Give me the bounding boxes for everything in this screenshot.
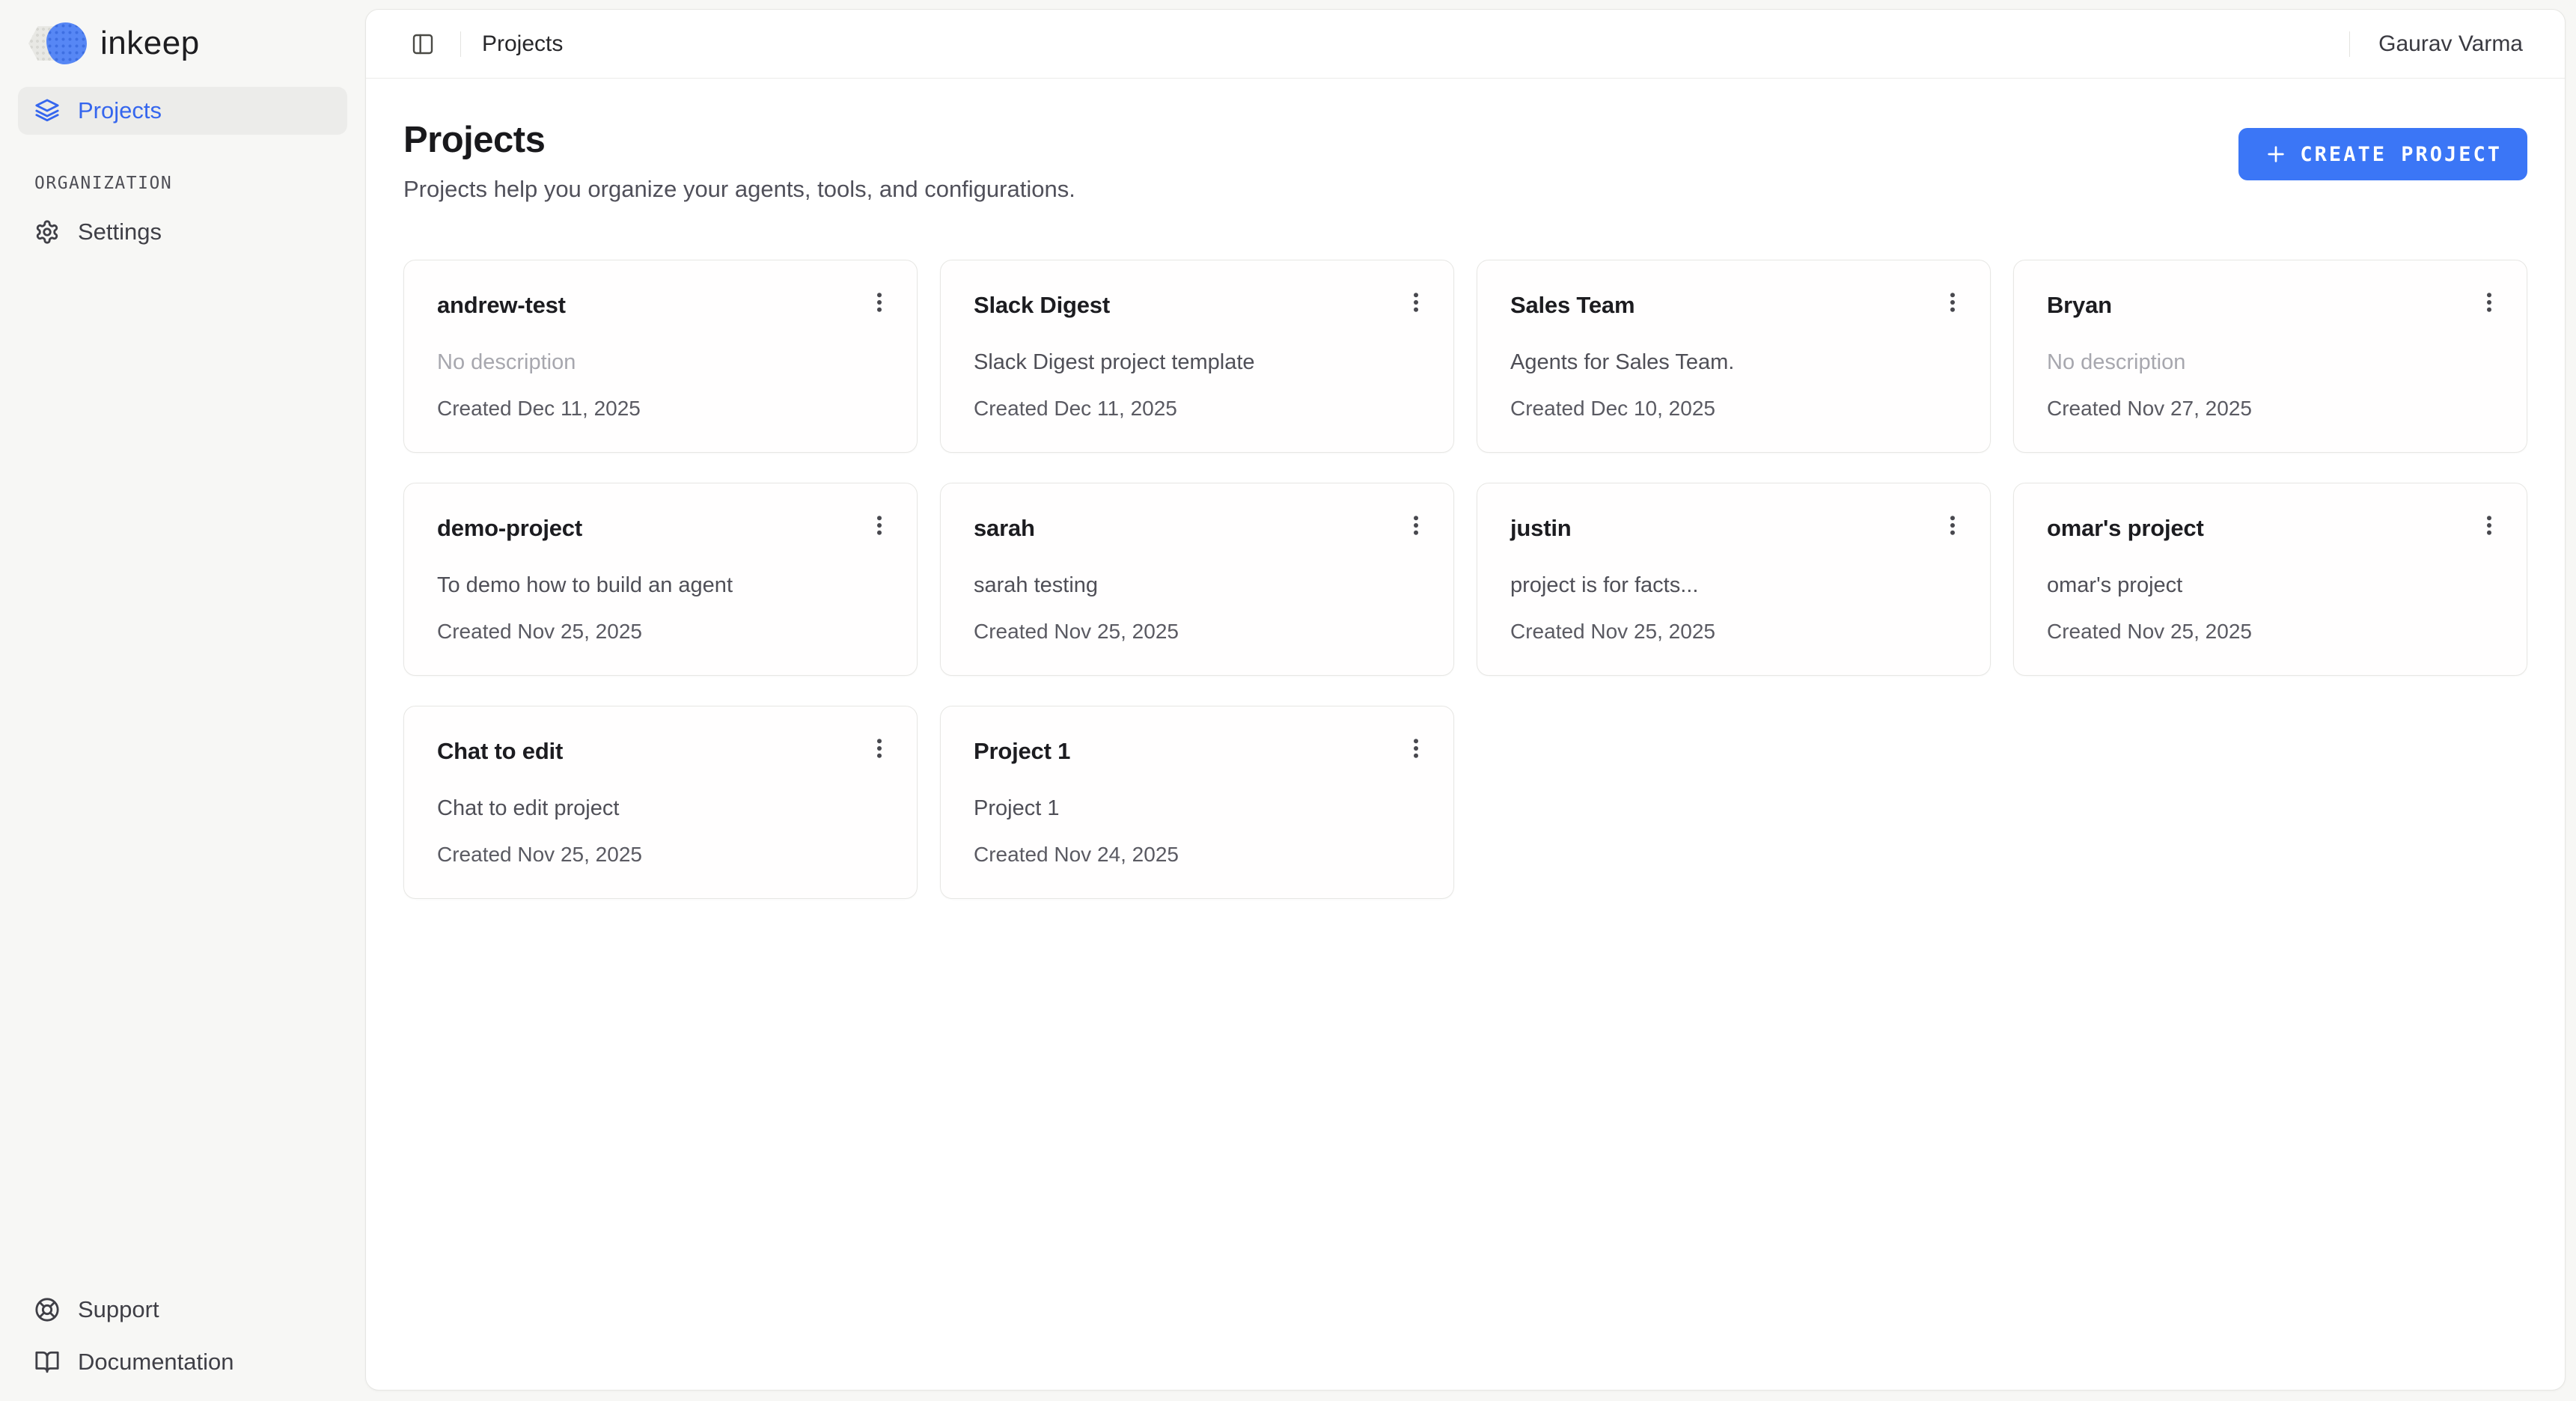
project-card[interactable]: sarah sarah testing Created Nov 25, 2025: [940, 483, 1454, 676]
page-subtitle: Projects help you organize your agents, …: [403, 176, 1075, 203]
project-card-menu-button[interactable]: [863, 732, 896, 765]
kebab-icon: [1403, 512, 1429, 539]
sidebar-item-settings[interactable]: Settings: [18, 208, 347, 256]
project-card[interactable]: omar's project omar's project Created No…: [2013, 483, 2527, 676]
inkeep-logo-mark: [28, 22, 87, 64]
project-card-menu-button[interactable]: [1400, 286, 1432, 319]
sidebar-item-documentation[interactable]: Documentation: [18, 1338, 347, 1386]
plus-icon: [2264, 142, 2288, 166]
kebab-icon: [1403, 289, 1429, 316]
create-project-button[interactable]: CREATE PROJECT: [2238, 128, 2527, 180]
header-divider: [2349, 31, 2350, 57]
sidebar-item-support[interactable]: Support: [18, 1286, 347, 1334]
project-card-created: Created Nov 24, 2025: [974, 843, 1432, 867]
project-card-created: Created Nov 25, 2025: [1510, 620, 1969, 644]
project-card-menu-button[interactable]: [863, 509, 896, 542]
header-divider: [460, 31, 461, 57]
project-card-menu-button[interactable]: [1400, 509, 1432, 542]
project-card-created: Created Nov 25, 2025: [437, 620, 896, 644]
project-card-created: Created Nov 25, 2025: [2047, 620, 2506, 644]
project-card[interactable]: demo-project To demo how to build an age…: [403, 483, 918, 676]
page-head: Projects Projects help you organize your…: [403, 119, 2527, 203]
kebab-icon: [866, 512, 893, 539]
project-card[interactable]: justin project is for facts... Created N…: [1477, 483, 1991, 676]
project-card-description: No description: [437, 350, 896, 375]
project-card[interactable]: Chat to edit Chat to edit project Create…: [403, 706, 918, 899]
project-card-title: andrew-test: [437, 292, 566, 319]
life-buoy-icon: [34, 1297, 60, 1322]
kebab-icon: [2476, 512, 2503, 539]
inkeep-logo[interactable]: inkeep: [18, 21, 347, 66]
project-card-title: justin: [1510, 515, 1571, 542]
project-card-description: Agents for Sales Team.: [1510, 350, 1969, 375]
sidebar-item-label: Projects: [78, 97, 162, 124]
project-card-created: Created Nov 25, 2025: [974, 620, 1432, 644]
panel-left-icon: [411, 32, 435, 56]
project-card-created: Created Nov 25, 2025: [437, 843, 896, 867]
project-card-description: Project 1: [974, 796, 1432, 821]
sidebar-item-label: Settings: [78, 219, 162, 245]
project-card-created: Created Dec 11, 2025: [974, 397, 1432, 421]
project-card-menu-button[interactable]: [1936, 286, 1969, 319]
kebab-icon: [866, 289, 893, 316]
kebab-icon: [1939, 512, 1966, 539]
sidebar-item-label: Support: [78, 1296, 159, 1323]
project-card[interactable]: Bryan No description Created Nov 27, 202…: [2013, 260, 2527, 453]
project-card-created: Created Nov 27, 2025: [2047, 397, 2506, 421]
project-card-menu-button[interactable]: [863, 286, 896, 319]
project-card-description: Chat to edit project: [437, 796, 896, 821]
kebab-icon: [2476, 289, 2503, 316]
project-card-title: Project 1: [974, 738, 1070, 765]
create-project-button-label: CREATE PROJECT: [2300, 143, 2502, 166]
project-card[interactable]: Slack Digest Slack Digest project templa…: [940, 260, 1454, 453]
page-title: Projects: [403, 119, 1075, 161]
sidebar-item-label: Documentation: [78, 1349, 234, 1376]
sidebar-footer: Support Documentation: [18, 1286, 347, 1386]
sidebar-item-projects[interactable]: Projects: [18, 87, 347, 135]
project-card[interactable]: Project 1 Project 1 Created Nov 24, 2025: [940, 706, 1454, 899]
brand-wordmark: inkeep: [100, 25, 200, 62]
kebab-icon: [1939, 289, 1966, 316]
project-card-description: sarah testing: [974, 573, 1432, 598]
project-card[interactable]: andrew-test No description Created Dec 1…: [403, 260, 918, 453]
breadcrumb: Projects: [482, 31, 563, 57]
project-card-created: Created Dec 11, 2025: [437, 397, 896, 421]
user-menu[interactable]: Gaurav Varma: [2371, 27, 2530, 61]
project-card-title: sarah: [974, 515, 1035, 542]
project-card-menu-button[interactable]: [2473, 286, 2506, 319]
project-card-menu-button[interactable]: [1936, 509, 1969, 542]
project-card-title: demo-project: [437, 515, 582, 542]
kebab-icon: [1403, 735, 1429, 762]
project-card-description: omar's project: [2047, 573, 2506, 598]
layers-icon: [34, 98, 60, 123]
project-card-title: omar's project: [2047, 515, 2204, 542]
project-card-title: Chat to edit: [437, 738, 563, 765]
project-card-menu-button[interactable]: [2473, 509, 2506, 542]
project-card-title: Slack Digest: [974, 292, 1110, 319]
book-open-icon: [34, 1349, 60, 1375]
project-card-description: project is for facts...: [1510, 573, 1969, 598]
project-card[interactable]: Sales Team Agents for Sales Team. Create…: [1477, 260, 1991, 453]
topbar: Projects Gaurav Varma: [366, 10, 2565, 79]
projects-page: Projects Projects help you organize your…: [366, 79, 2565, 1390]
project-card-title: Bryan: [2047, 292, 2112, 319]
gear-icon: [34, 219, 60, 245]
projects-grid: andrew-test No description Created Dec 1…: [403, 260, 2527, 899]
project-card-menu-button[interactable]: [1400, 732, 1432, 765]
sidebar-toggle-button[interactable]: [406, 28, 439, 61]
main-panel: Projects Gaurav Varma Projects Projects …: [365, 9, 2566, 1391]
project-card-description: No description: [2047, 350, 2506, 375]
sidebar: inkeep Projects ORGANIZATION Settings: [0, 0, 365, 1401]
organization-section-label: ORGANIZATION: [18, 174, 347, 193]
logo-blob-shape: [46, 22, 87, 64]
project-card-description: To demo how to build an agent: [437, 573, 896, 598]
sidebar-nav: Projects: [18, 87, 347, 135]
project-card-description: Slack Digest project template: [974, 350, 1432, 375]
kebab-icon: [866, 735, 893, 762]
project-card-created: Created Dec 10, 2025: [1510, 397, 1969, 421]
project-card-title: Sales Team: [1510, 292, 1635, 319]
